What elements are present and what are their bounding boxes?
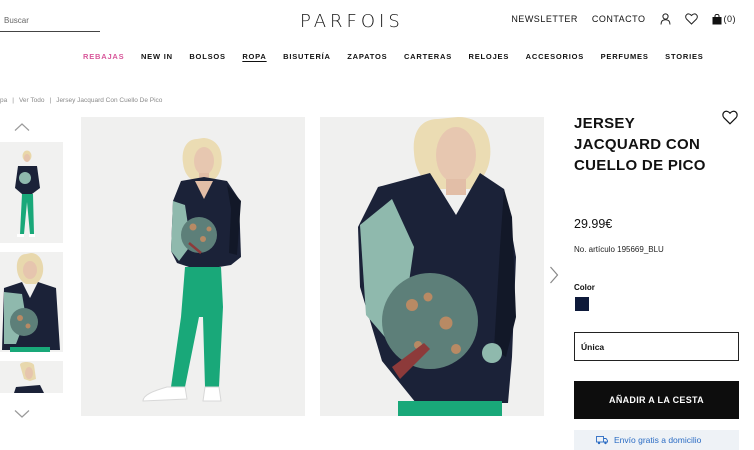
shipping-text: Envío gratis a domicilio <box>614 435 702 445</box>
header-links: NEWSLETTER CONTACTO (0) <box>511 13 736 25</box>
nav-item-ropa[interactable]: ROPA <box>242 52 266 61</box>
nav-item-stories[interactable]: STORIES <box>665 52 703 61</box>
add-to-cart-button[interactable]: AÑADIR A LA CESTA <box>574 381 739 419</box>
color-swatch-navy[interactable] <box>575 297 589 311</box>
breadcrumb: pa | Ver Todo | Jersey Jacquard Con Cuello D… <box>0 97 162 104</box>
bag-button[interactable]: (0) <box>712 13 737 25</box>
main-nav: REBAJAS NEW IN BOLSOS ROPA BISUTERÍA ZAP… <box>83 52 720 61</box>
product-image-full-body[interactable] <box>81 117 305 416</box>
nav-item-accesorios[interactable]: ACCESORIOS <box>526 52 584 61</box>
thumbnail-side[interactable] <box>0 361 63 393</box>
heart-icon[interactable] <box>684 13 698 25</box>
nav-item-perfumes[interactable]: PERFUMES <box>601 52 649 61</box>
product-sku: No. artículo 195669_BLU <box>574 245 664 254</box>
breadcrumb-separator: | <box>49 97 52 104</box>
search-field[interactable] <box>0 10 100 32</box>
breadcrumb-current: Jersey Jacquard Con Cuello De Pico <box>56 97 163 104</box>
nav-item-relojes[interactable]: RELOJES <box>469 52 510 61</box>
product-price: 29.99€ <box>574 217 613 231</box>
breadcrumb-item-ropa[interactable]: pa <box>0 97 7 104</box>
user-icon[interactable] <box>660 13 671 25</box>
bag-count: (0) <box>723 14 736 24</box>
nav-item-rebajas[interactable]: REBAJAS <box>83 52 124 61</box>
newsletter-link[interactable]: NEWSLETTER <box>511 14 578 24</box>
contact-link[interactable]: CONTACTO <box>592 14 646 24</box>
shipping-banner: Envío gratis a domicilio <box>574 430 739 450</box>
chevron-down-icon[interactable] <box>14 406 30 418</box>
chevron-right-icon[interactable] <box>549 265 559 285</box>
nav-item-zapatos[interactable]: ZAPATOS <box>347 52 387 61</box>
search-input[interactable] <box>0 10 100 31</box>
nav-item-carteras[interactable]: CARTERAS <box>404 52 452 61</box>
size-selector[interactable]: Única <box>574 332 739 361</box>
nav-item-bolsos[interactable]: BOLSOS <box>189 52 225 61</box>
truck-icon <box>596 436 608 445</box>
breadcrumb-item-ver-todo[interactable]: Ver Todo <box>19 97 45 104</box>
brand-logo[interactable]: PARFOIS <box>300 11 404 32</box>
color-label: Color <box>574 283 595 292</box>
thumbnail-full-body[interactable] <box>0 142 63 243</box>
product-title: JERSEY JACQUARD CON CUELLO DE PICO <box>574 115 706 174</box>
product-image-close-up[interactable] <box>320 117 544 416</box>
bag-icon <box>712 13 721 24</box>
nav-item-bisuteria[interactable]: BISUTERÍA <box>283 52 331 61</box>
heart-icon[interactable] <box>722 110 738 130</box>
chevron-up-icon[interactable] <box>14 119 30 131</box>
nav-item-new-in[interactable]: NEW IN <box>141 52 173 61</box>
thumbnail-close-up[interactable] <box>0 252 63 352</box>
breadcrumb-separator: | <box>12 97 14 104</box>
